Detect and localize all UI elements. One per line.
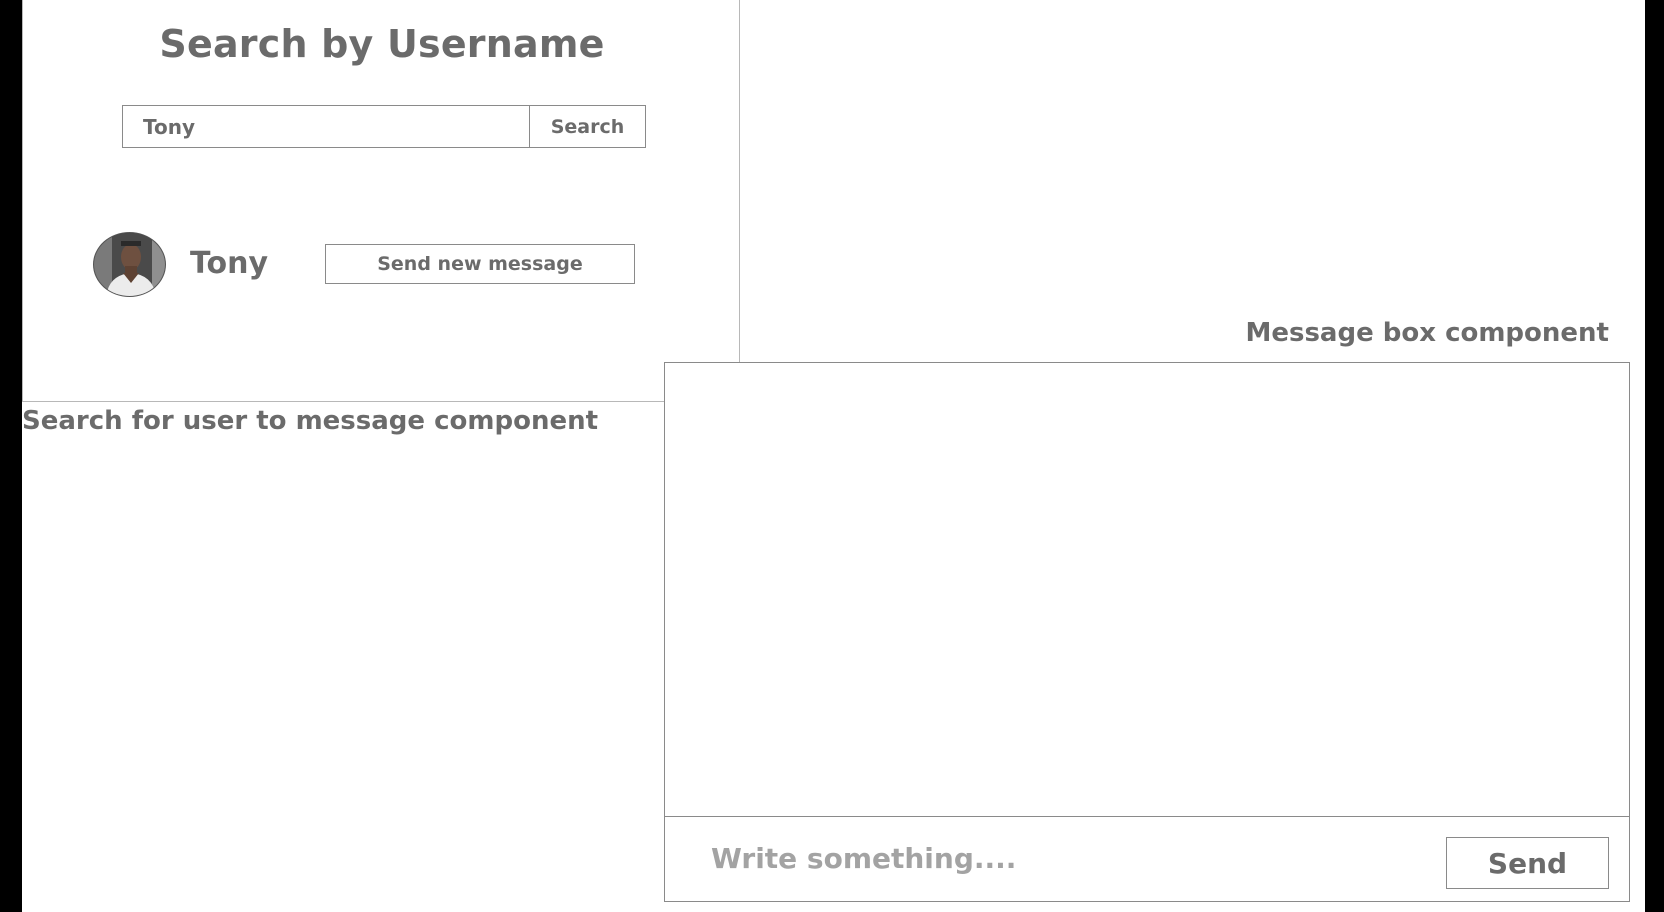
username-search-input[interactable] <box>122 105 529 148</box>
message-compose-input[interactable] <box>711 835 1411 881</box>
result-username: Tony <box>190 246 269 281</box>
search-component-caption: Search for user to message component <box>22 406 599 436</box>
send-new-message-button[interactable]: Send new message <box>325 244 635 284</box>
search-title: Search by Username <box>159 22 605 66</box>
compose-bar: Send <box>665 816 1629 901</box>
search-result-row: Tony Send new message <box>93 230 653 298</box>
search-bar: Search <box>122 105 646 148</box>
search-button[interactable]: Search <box>529 105 646 148</box>
message-history-area <box>665 363 1629 816</box>
page-canvas: Search by Username Search Tony Send ne <box>22 0 1645 912</box>
message-box-caption: Message box component <box>1245 318 1609 348</box>
search-user-panel: Search by Username Search Tony Send ne <box>22 0 740 402</box>
send-button[interactable]: Send <box>1446 837 1609 889</box>
user-avatar-icon[interactable] <box>93 232 166 297</box>
message-box-panel: Send <box>664 362 1630 902</box>
